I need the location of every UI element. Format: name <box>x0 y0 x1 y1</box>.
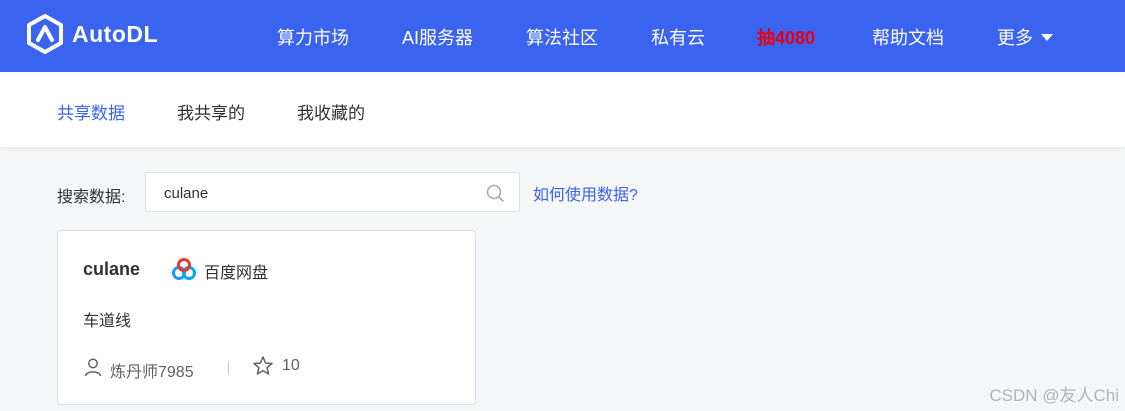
star-count: 10 <box>282 357 300 374</box>
caret-down-icon <box>1041 34 1053 41</box>
top-nav-bar: AutoDL 算力市场 AI服务器 算法社区 私有云 抽4080 帮助文档 更多 <box>0 0 1125 72</box>
nav-more-label: 更多 <box>997 28 1033 48</box>
search-input[interactable] <box>164 182 484 204</box>
nav-ai-server[interactable]: AI服务器 <box>402 24 473 50</box>
tab-my-favorites[interactable]: 我收藏的 <box>297 99 365 124</box>
search-label: 搜索数据: <box>57 189 126 206</box>
tab-my-shared[interactable]: 我共享的 <box>177 99 245 124</box>
search-box[interactable] <box>145 172 520 212</box>
dataset-source: 百度网盘 <box>204 265 269 282</box>
nav-more[interactable]: 更多 <box>997 24 1053 50</box>
nav-private-cloud[interactable]: 私有云 <box>651 24 705 50</box>
dataset-title: culane <box>83 259 141 279</box>
how-to-use-data-link[interactable]: 如何使用数据? <box>533 181 638 205</box>
baidu-netdisk-icon <box>172 258 196 280</box>
brand-name: AutoDL <box>72 20 159 47</box>
data-tabs-bar: 共享数据 我共享的 我收藏的 <box>0 72 1125 147</box>
dataset-card[interactable]: culane 百度网盘 车道线 炼丹师7985 10 <box>57 230 476 405</box>
nav-compute-market[interactable]: 算力市场 <box>277 24 349 50</box>
user-icon <box>84 358 102 377</box>
star-icon[interactable] <box>252 355 274 377</box>
nav-lottery-4080[interactable]: 抽4080 <box>757 24 815 50</box>
nav-algorithm-community[interactable]: 算法社区 <box>526 24 598 50</box>
autodl-logo-icon <box>27 14 63 54</box>
tab-shared-data[interactable]: 共享数据 <box>57 99 125 124</box>
brand-logo[interactable]: AutoDL <box>26 14 158 54</box>
dataset-author: 炼丹师7985 <box>110 364 194 381</box>
watermark: CSDN @友人Chi <box>989 386 1119 405</box>
nav-help-docs[interactable]: 帮助文档 <box>872 24 944 50</box>
search-icon[interactable] <box>485 183 505 203</box>
dataset-description: 车道线 <box>83 313 132 330</box>
meta-divider <box>228 362 229 374</box>
